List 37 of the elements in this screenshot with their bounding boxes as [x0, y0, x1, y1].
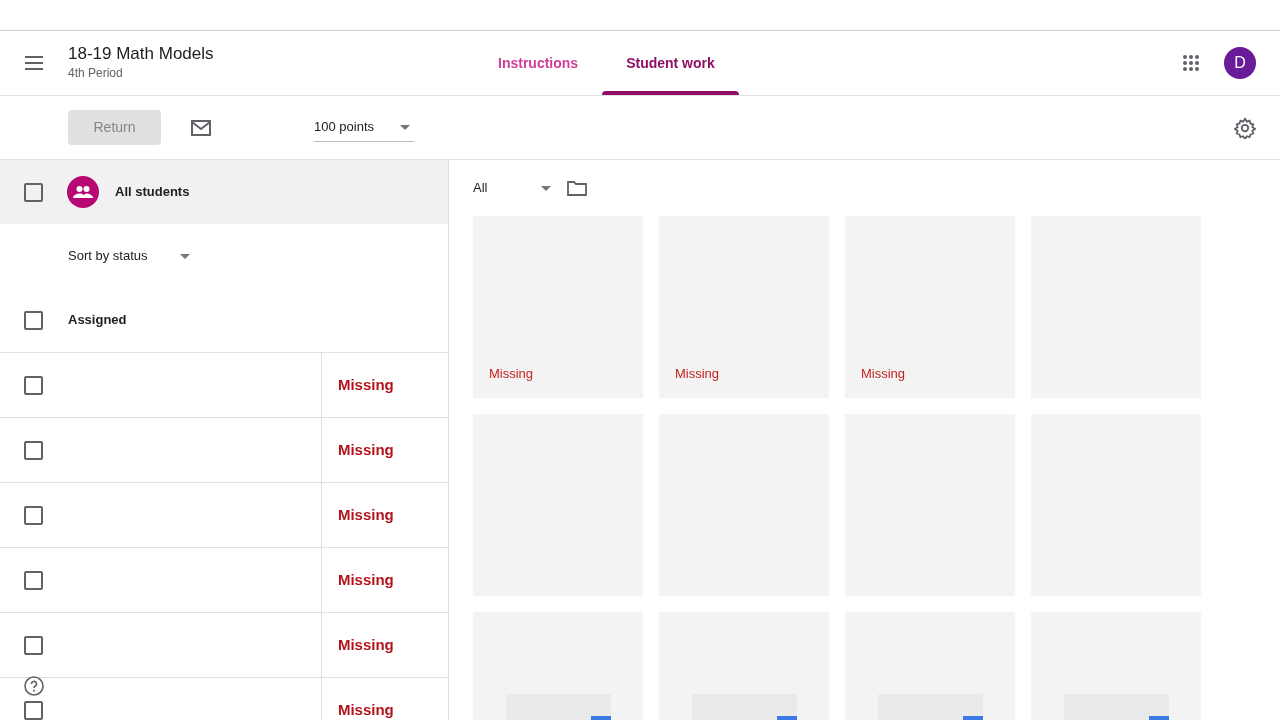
status-text: Missing — [320, 547, 448, 613]
status-text: Missing — [320, 482, 448, 548]
help-icon[interactable] — [24, 676, 44, 696]
points-dropdown[interactable]: 100 points — [314, 113, 414, 142]
apps-grid-icon[interactable] — [1182, 54, 1200, 72]
work-card[interactable]: Missing — [659, 216, 829, 398]
settings-icon[interactable] — [1234, 116, 1256, 139]
checkbox[interactable] — [24, 635, 43, 655]
checkbox[interactable] — [24, 700, 43, 720]
checkbox[interactable] — [24, 505, 43, 525]
status-text: Missing — [320, 677, 448, 720]
class-period: 4th Period — [68, 65, 124, 82]
group-label: Assigned — [68, 311, 127, 330]
checkbox[interactable] — [24, 310, 43, 330]
class-title: 18-19 Math Models — [68, 44, 215, 64]
folder-icon[interactable] — [567, 180, 587, 196]
status-text: Missing — [489, 365, 534, 383]
checkbox[interactable] — [24, 375, 43, 395]
people-icon — [67, 176, 99, 208]
tab[interactable]: Student work — [602, 31, 739, 95]
status-text: Missing — [320, 352, 448, 418]
checkbox[interactable] — [24, 570, 43, 590]
checkbox[interactable] — [24, 182, 43, 202]
work-card[interactable]: Missing — [473, 216, 643, 398]
status-text: Missing — [861, 365, 906, 383]
status-text: Missing — [320, 612, 448, 678]
menu-icon[interactable] — [24, 56, 44, 70]
status-text: Missing — [320, 417, 448, 483]
tab[interactable]: Instructions — [474, 31, 603, 95]
work-card[interactable]: Missing — [845, 216, 1015, 398]
status-text: Missing — [675, 365, 720, 383]
mail-icon[interactable] — [191, 119, 211, 136]
account-avatar[interactable]: D — [1224, 47, 1256, 79]
sort-dropdown[interactable]: Sort by status — [68, 246, 190, 266]
filter-dropdown[interactable]: All — [473, 178, 551, 198]
checkbox[interactable] — [24, 440, 43, 460]
all-students-label: All students — [115, 183, 190, 202]
